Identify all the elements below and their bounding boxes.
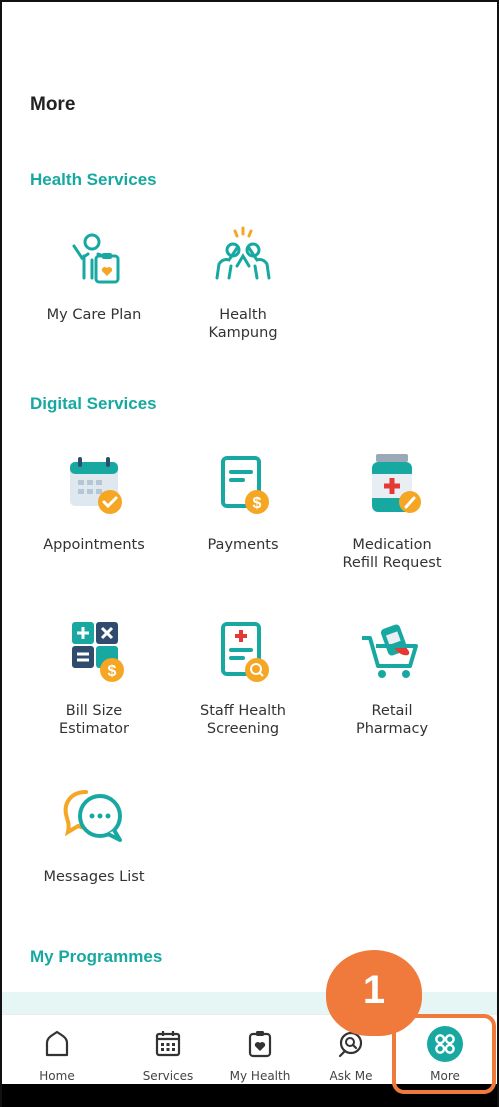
nav-label: Home: [39, 1069, 75, 1083]
medicine-bottle-icon: [372, 454, 421, 513]
health-record-icon: [248, 1031, 272, 1058]
tile-label: Messages List: [43, 869, 145, 885]
step-badge: 1: [326, 950, 422, 1036]
home-icon: [45, 1030, 69, 1057]
shopping-cart-icon: [362, 624, 418, 678]
tile-appointments[interactable]: Appointments: [24, 450, 164, 554]
svg-text:$: $: [108, 663, 117, 680]
tile-medication-refill[interactable]: Medication Refill Request: [322, 450, 462, 572]
calculator-icon: $: [72, 622, 124, 682]
tile-label: My Care Plan: [46, 307, 142, 323]
tile-my-care-plan[interactable]: My Care Plan: [24, 220, 164, 324]
invoice-dollar-icon: $: [221, 456, 269, 514]
nav-home[interactable]: Home: [14, 1015, 100, 1087]
tile-retail-pharmacy[interactable]: Retail Pharmacy: [322, 616, 462, 738]
tile-label: Appointments: [43, 537, 145, 553]
nav-services[interactable]: Services: [125, 1015, 211, 1087]
tile-staff-health-screening[interactable]: Staff Health Screening: [173, 616, 313, 738]
chat-bubbles-icon: [63, 790, 122, 842]
care-plan-icon: [72, 233, 120, 284]
clipboard-search-icon: [221, 622, 269, 682]
tile-label: Staff Health Screening: [200, 703, 286, 737]
programme-card-strip: [2, 992, 497, 1016]
tile-label: Payments: [207, 537, 279, 553]
calendar-icon: [155, 1031, 181, 1057]
app-screen: More Health Services My Care Plan Health…: [0, 0, 499, 1107]
tile-health-kampung[interactable]: Health Kampung: [173, 220, 313, 342]
tile-messages-list[interactable]: Messages List: [24, 782, 164, 886]
section-title-digital-services: Digital Services: [30, 394, 157, 413]
section-title-health-services: Health Services: [30, 170, 157, 189]
section-title-my-programmes: My Programmes: [30, 947, 163, 966]
tile-payments[interactable]: $ Payments: [173, 450, 313, 554]
community-icon: [215, 226, 271, 280]
nav-my-health[interactable]: My Health: [217, 1015, 303, 1087]
tile-label: Medication Refill Request: [342, 537, 442, 571]
page-title: More: [30, 94, 76, 115]
tile-label: Bill Size Estimator: [59, 703, 129, 737]
tile-label: Health Kampung: [208, 307, 278, 341]
calendar-check-icon: [70, 457, 122, 514]
svg-text:$: $: [253, 495, 262, 512]
tile-bill-size-estimator[interactable]: $ Bill Size Estimator: [24, 616, 164, 738]
tile-label: Retail Pharmacy: [355, 703, 429, 737]
nav-label: Ask Me: [329, 1069, 373, 1083]
nav-label: Services: [142, 1069, 194, 1083]
nav-label: My Health: [229, 1069, 291, 1083]
